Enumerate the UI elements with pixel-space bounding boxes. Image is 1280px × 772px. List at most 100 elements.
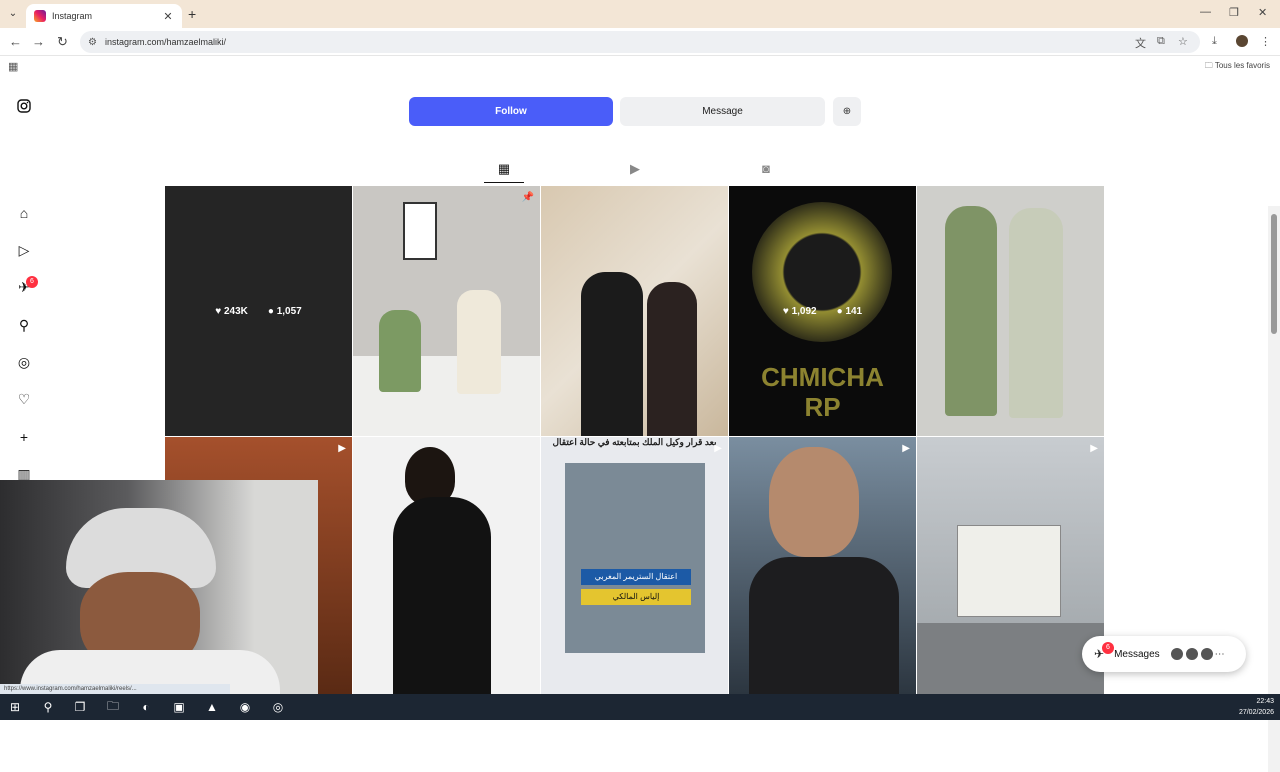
news-caption: إلياس المالكي bbox=[581, 589, 691, 605]
post-thumbnail[interactable]: ♥ 243K ● 1,057 bbox=[165, 186, 352, 436]
chrome-icon[interactable]: ◎ bbox=[269, 698, 287, 716]
new-tab-icon[interactable]: + bbox=[188, 6, 196, 22]
pinned-icon: 📌 bbox=[521, 192, 534, 203]
translate-icon[interactable]: 文 bbox=[1135, 35, 1146, 51]
comments-value: 1,057 bbox=[276, 305, 302, 317]
status-bar-url: https://www.instagram.com/hamzaelmaliki/… bbox=[0, 684, 230, 694]
forward-icon[interactable]: → bbox=[32, 34, 45, 49]
explore-icon[interactable]: ◎ bbox=[14, 352, 34, 372]
instagram-logo-icon[interactable] bbox=[14, 96, 34, 116]
bookmarks-folder-label: Tous les favoris bbox=[1214, 61, 1270, 70]
person-image bbox=[749, 557, 899, 694]
system-clock[interactable]: 22:43 27/02/2026 bbox=[1239, 696, 1274, 718]
tab-search-icon[interactable]: ⌄ bbox=[6, 7, 20, 21]
comment-filled-icon: ● bbox=[267, 305, 274, 317]
instagram-favicon-icon bbox=[34, 10, 46, 22]
store-icon[interactable]: ▣ bbox=[170, 698, 188, 716]
truck-image bbox=[957, 525, 1061, 617]
reel-icon: ▶ bbox=[338, 443, 346, 454]
home-icon[interactable]: ⌂ bbox=[14, 203, 34, 223]
messages-badge: 6 bbox=[1102, 642, 1114, 654]
bookmarks-bar: ▦ 🗀 Tous les favoris bbox=[0, 56, 1280, 78]
edge-icon[interactable]: ◐ bbox=[137, 698, 155, 716]
bookmark-star-icon[interactable]: ☆ bbox=[1178, 35, 1188, 48]
road-image bbox=[917, 623, 1104, 694]
tab-posts-grid-icon[interactable]: ▦ bbox=[494, 161, 514, 177]
person-image bbox=[1009, 208, 1063, 418]
comments-count: ● 1,057 bbox=[268, 306, 302, 317]
search-icon[interactable]: ⚲ bbox=[39, 698, 57, 716]
suggest-users-icon[interactable]: ⊕ bbox=[833, 97, 861, 126]
reels-icon[interactable]: ▷ bbox=[14, 240, 34, 260]
more-icon: ⋯ bbox=[1214, 648, 1225, 660]
comment-filled-icon: ● bbox=[836, 305, 843, 317]
person-image bbox=[393, 497, 491, 694]
minimize-icon[interactable]: — bbox=[1200, 6, 1211, 18]
avatar bbox=[1184, 647, 1199, 661]
post-thumbnail[interactable] bbox=[917, 186, 1104, 436]
tab-tagged-icon[interactable]: ◙ bbox=[756, 161, 776, 176]
tab-reels-icon[interactable]: ▶ bbox=[625, 161, 645, 177]
all-bookmarks-folder[interactable]: 🗀 Tous les favoris bbox=[1205, 60, 1270, 74]
likes-count: ♥ 243K bbox=[215, 306, 248, 317]
profile-avatar[interactable] bbox=[1236, 35, 1248, 47]
news-caption: اعتقال الستريمر المغربي bbox=[581, 569, 691, 585]
post-thumbnail[interactable]: بعد قرار وكيل الملك بمتابعته في حالة اعت… bbox=[541, 437, 728, 694]
scrollbar-thumb[interactable] bbox=[1271, 214, 1277, 334]
menu-icon[interactable]: ⋮ bbox=[1260, 35, 1271, 48]
close-tab-icon[interactable]: ✕ bbox=[162, 10, 174, 23]
cast-icon[interactable]: ⧉ bbox=[1157, 35, 1165, 48]
post-hover-overlay: ♥ 243K ● 1,057 bbox=[165, 186, 352, 436]
comments-value: 141 bbox=[845, 305, 863, 317]
clock-date: 27/02/2026 bbox=[1238, 709, 1274, 716]
person-image bbox=[457, 290, 501, 394]
comments-count: ● 141 bbox=[837, 306, 863, 317]
avatar bbox=[1169, 647, 1184, 661]
message-button[interactable]: Message bbox=[620, 97, 825, 126]
reload-icon[interactable]: ↻ bbox=[57, 34, 68, 50]
post-thumbnail[interactable]: ▶ bbox=[729, 437, 916, 694]
avatar bbox=[1199, 647, 1214, 661]
windows-taskbar: ⊞ ⚲ ❐ 🗀 ◐ ▣ ▲ ◉ ◎ 22:43 27/02/2026 bbox=[0, 694, 1280, 720]
browser-tab[interactable]: Instagram ✕ bbox=[26, 4, 182, 28]
likes-count: ♥ 1,092 bbox=[783, 306, 817, 317]
brave-icon[interactable]: ▲ bbox=[203, 698, 221, 716]
windows-start-icon[interactable]: ⊞ bbox=[6, 698, 24, 716]
app-icon[interactable]: ◉ bbox=[236, 698, 254, 716]
address-bar[interactable]: ⚙ instagram.com/hamzaelmaliki/ bbox=[80, 31, 1200, 53]
webcam-overlay bbox=[0, 480, 318, 694]
browser-toolbar: ← → ↻ ⚙ instagram.com/hamzaelmaliki/ 文 ⧉… bbox=[0, 28, 1280, 56]
post-thumbnail[interactable]: 📌 bbox=[353, 186, 540, 436]
post-thumbnail[interactable] bbox=[353, 437, 540, 694]
site-info-icon[interactable]: ⚙ bbox=[88, 37, 97, 48]
follow-button[interactable]: Follow bbox=[409, 97, 613, 126]
back-icon[interactable]: ← bbox=[9, 34, 22, 49]
close-window-icon[interactable]: ✕ bbox=[1258, 6, 1267, 19]
file-explorer-icon[interactable]: 🗀 bbox=[104, 698, 122, 716]
post-thumbnail[interactable] bbox=[541, 186, 728, 436]
post-hover-overlay: ♥ 1,092 ● 141 bbox=[729, 186, 916, 436]
create-icon[interactable]: + bbox=[14, 427, 34, 447]
person-image bbox=[379, 310, 421, 392]
news-headline: بعد قرار وكيل الملك بمتابعته في حالة اعت… bbox=[552, 437, 717, 447]
apps-grid-icon[interactable]: ▦ bbox=[8, 60, 18, 73]
search-icon[interactable]: ⚲ bbox=[14, 315, 34, 335]
heart-icon[interactable]: ♡ bbox=[14, 389, 34, 409]
download-icon[interactable]: ⤓ bbox=[1212, 35, 1217, 48]
person-image bbox=[647, 282, 697, 436]
news-photo bbox=[565, 463, 705, 653]
page-scrollbar[interactable] bbox=[1268, 206, 1280, 772]
task-view-icon[interactable]: ❐ bbox=[71, 698, 89, 716]
clock-time: 22:43 bbox=[1256, 698, 1274, 705]
post-thumbnail[interactable]: CHMICHA RP ♥ 1,092 ● 141 bbox=[729, 186, 916, 436]
likes-value: 1,092 bbox=[791, 305, 817, 317]
post-thumbnail[interactable]: ▶ bbox=[917, 437, 1104, 694]
reel-icon: ▶ bbox=[714, 443, 722, 454]
maximize-icon[interactable]: ❐ bbox=[1229, 6, 1239, 19]
reel-icon: ▶ bbox=[1090, 443, 1098, 454]
person-head-image bbox=[769, 447, 859, 557]
url-text: instagram.com/hamzaelmaliki/ bbox=[104, 37, 227, 47]
heart-filled-icon: ♥ bbox=[215, 305, 222, 317]
messages-label: Messages bbox=[1114, 648, 1160, 660]
browser-titlebar: ⌄ Instagram ✕ + — ❐ ✕ bbox=[0, 0, 1280, 28]
